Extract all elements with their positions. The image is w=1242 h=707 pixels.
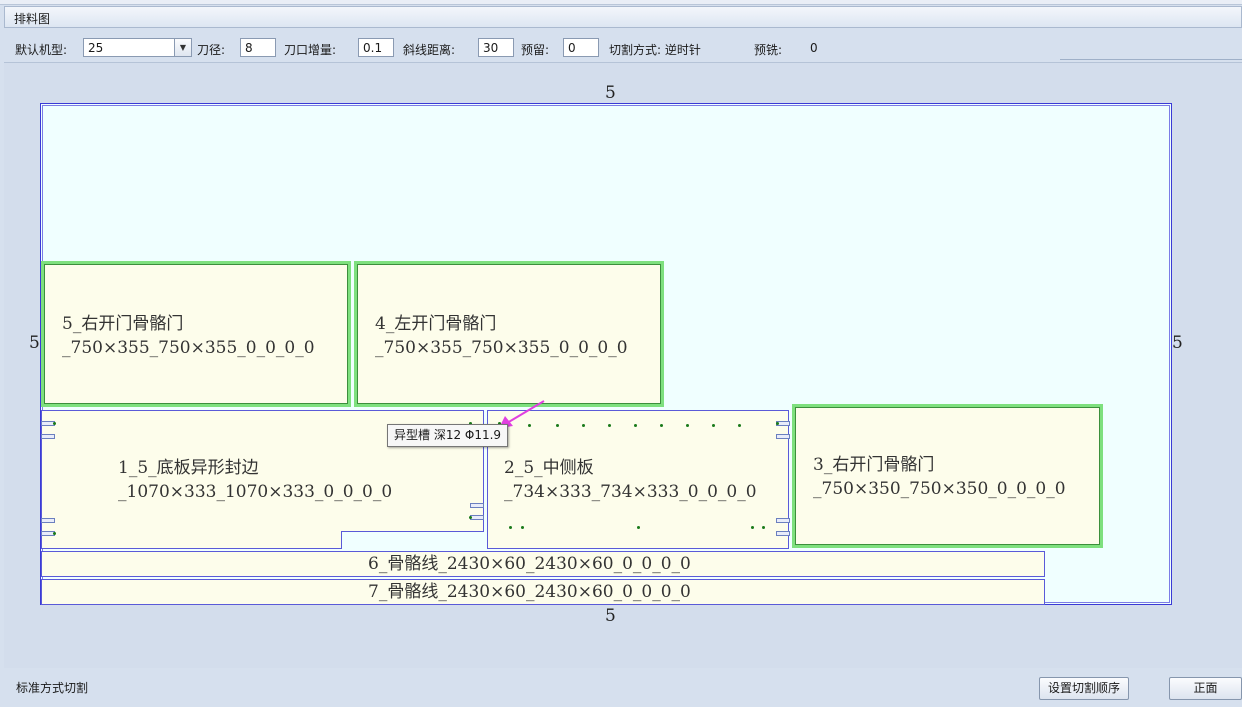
part-label: _750×350_750×350_0_0_0_0 [813,479,1066,499]
drill-hole-dot [556,424,559,427]
toolbar-divider [1060,59,1242,60]
front-side-button[interactable]: 正面 [1169,677,1242,700]
machine-select-value: 25 [88,41,104,55]
part-label: _734×333_734×333_0_0_0_0 [504,482,757,502]
edge-band-marker [776,531,790,536]
part-6-frame-strip[interactable]: 6_骨骼线_2430×60_2430×60_0_0_0_0 [41,551,1045,577]
part-label: _750×355_750×355_0_0_0_0 [375,338,628,358]
drill-hole-dot [509,526,512,529]
part-label: 7_骨骼线_2430×60_2430×60_0_0_0_0 [368,582,691,602]
slant-input[interactable]: 30 [478,38,514,57]
drill-hole-dot [521,526,524,529]
kerf-input-value: 0.1 [363,41,383,55]
margin-bottom-label: 5 [605,606,616,626]
part-label: 3_右开门骨骼门 [813,455,935,475]
drill-hole-dot [712,424,715,427]
slant-input-value: 30 [483,41,499,55]
margin-right-label: 5 [1172,333,1183,353]
margin-top-label: 5 [605,83,616,103]
reserve-label: 预留: [521,43,550,57]
edge-band-marker [41,518,55,523]
part-5-right-door[interactable]: 5_右开门骨骼门 _750×355_750×355_0_0_0_0 [41,261,351,407]
part-label: 6_骨骼线_2430×60_2430×60_0_0_0_0 [368,554,691,574]
cut-mode-label: 切割方式: 逆时针 [609,43,701,57]
margin-left-label: 5 [29,333,40,353]
kerf-input[interactable]: 0.1 [358,38,394,57]
part-3-right-door[interactable]: 3_右开门骨骼门 _750×350_750×350_0_0_0_0 [792,404,1103,548]
drill-hole-dot [53,532,56,535]
top-strip [0,0,1242,5]
drill-hole-dot [686,424,689,427]
part-7-frame-strip[interactable]: 7_骨骼线_2430×60_2430×60_0_0_0_0 [41,579,1045,605]
set-cut-order-button[interactable]: 设置切割顺序 [1039,677,1129,700]
premill-value: 0 [810,41,818,55]
cut-method-status: 标准方式切割 [16,681,89,695]
edge-band-marker [470,503,484,508]
drill-hole-dot [634,424,637,427]
part-label: _1070×333_1070×333_0_0_0_0 [118,482,393,502]
drill-hole-dot [762,526,765,529]
edge-band-marker [776,434,790,439]
panel-header: 排料图 [4,6,1242,28]
panel-title: 排料图 [14,12,51,26]
premill-label: 预铣: [754,43,783,57]
drill-hole-dot [751,526,754,529]
part-label: 5_右开门骨骼门 [62,314,184,334]
groove-tooltip: 异型槽 深12 Φ11.9 [387,424,509,447]
edge-band-marker [776,518,790,523]
part-notch-outline [341,531,484,549]
drill-hole-dot [608,424,611,427]
drill-hole-dot [660,424,663,427]
reserve-input[interactable]: 0 [563,38,599,57]
knife-input[interactable]: 8 [240,38,276,57]
drill-hole-dot [469,516,472,519]
edge-band-marker [41,434,55,439]
drill-hole-dot [637,526,640,529]
part-label: 4_左开门骨骼门 [375,314,497,334]
knife-label: 刀径: [197,43,226,57]
toolbar: 默认机型: 25 ▼ 刀径: 8 刀口增量: 0.1 斜线距离: 30 预留: … [4,32,1242,60]
chevron-down-icon[interactable]: ▼ [174,39,191,56]
slant-label: 斜线距离: [403,43,456,57]
drill-hole-dot [582,424,585,427]
drill-hole-dot [738,424,741,427]
kerf-label: 刀口增量: [284,43,337,57]
machine-select[interactable]: 25 ▼ [83,38,192,57]
part-label: _750×355_750×355_0_0_0_0 [62,338,315,358]
drill-hole-dot [776,422,779,425]
part-label: 2_5_中侧板 [504,458,594,478]
knife-input-value: 8 [245,41,253,55]
part-4-left-door[interactable]: 4_左开门骨骼门 _750×355_750×355_0_0_0_0 [354,261,664,407]
reserve-input-value: 0 [568,41,576,55]
drill-hole-dot [53,422,56,425]
edge-band-marker [470,515,484,520]
machine-label: 默认机型: [15,43,68,57]
part-label: 1_5_底板异形封边 [118,458,259,478]
